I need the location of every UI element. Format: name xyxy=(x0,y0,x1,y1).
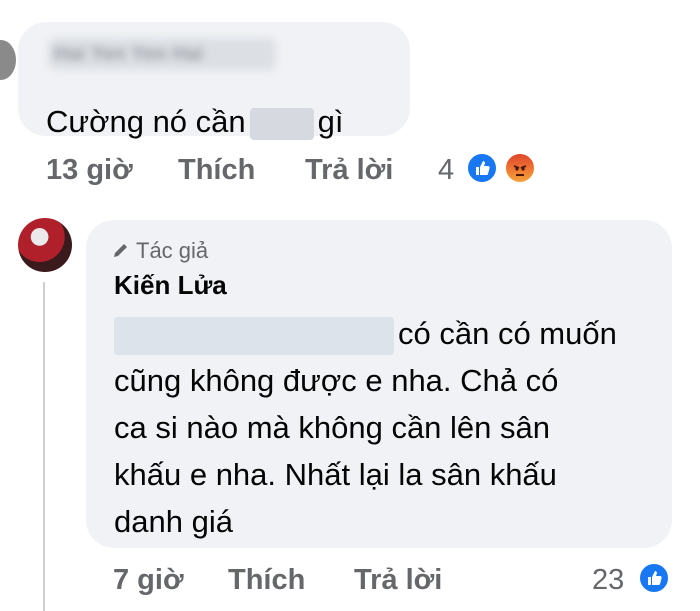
comment-line: danh giá xyxy=(114,504,233,539)
badge-label: Tác giả xyxy=(136,238,209,263)
author-badge: Tác giả xyxy=(112,238,208,265)
comment-actions: 13 giờ Thích Trả lời 4 xyxy=(0,152,700,194)
comment-line: khấu e nha. Nhất lại la sân khấu xyxy=(114,457,557,492)
pen-icon xyxy=(112,239,130,265)
comment-bubble: Tác giả Kiến Lửa có cần có muốn cũng khô… xyxy=(86,220,672,548)
comment-bubble: Hai Yen Yen Hai Cường nó cần gì xyxy=(18,22,410,140)
like-button[interactable]: Thích xyxy=(178,154,255,187)
angry-icon[interactable] xyxy=(504,152,536,184)
comment-text: Cường nó cần gì xyxy=(46,104,344,140)
like-icon[interactable] xyxy=(638,562,670,594)
comment-time[interactable]: 7 giờ xyxy=(113,564,184,597)
comment-actions: 7 giờ Thích Trả lời 23 xyxy=(0,562,700,604)
author-avatar[interactable] xyxy=(18,218,72,272)
blurred-text xyxy=(249,107,314,140)
comment-text-part: gì xyxy=(317,104,344,139)
like-icon[interactable] xyxy=(466,152,498,184)
thread-line xyxy=(43,282,45,611)
reply-button[interactable]: Trả lời xyxy=(305,154,393,187)
like-button[interactable]: Thích xyxy=(228,564,305,597)
reaction-count[interactable]: 4 xyxy=(438,154,454,187)
comment-author[interactable]: Kiến Lửa xyxy=(114,270,227,301)
comment-line: cũng không được e nha. Chả có xyxy=(114,363,559,398)
comment-text-part: Cường nó cần xyxy=(46,104,246,139)
comment-time[interactable]: 13 giờ xyxy=(46,154,133,187)
blurred-text xyxy=(114,316,394,355)
avatar[interactable] xyxy=(0,40,16,80)
comment-author[interactable]: Hai Yen Yen Hai xyxy=(48,38,276,70)
comment-line: ca si nào mà không cần lên sân xyxy=(114,410,550,445)
reply-button[interactable]: Trả lời xyxy=(354,564,442,597)
comment-text: có cần có muốn cũng không được e nha. Ch… xyxy=(114,310,654,545)
reaction-count[interactable]: 23 xyxy=(592,564,624,597)
comment-line: có cần có muốn xyxy=(398,316,617,351)
